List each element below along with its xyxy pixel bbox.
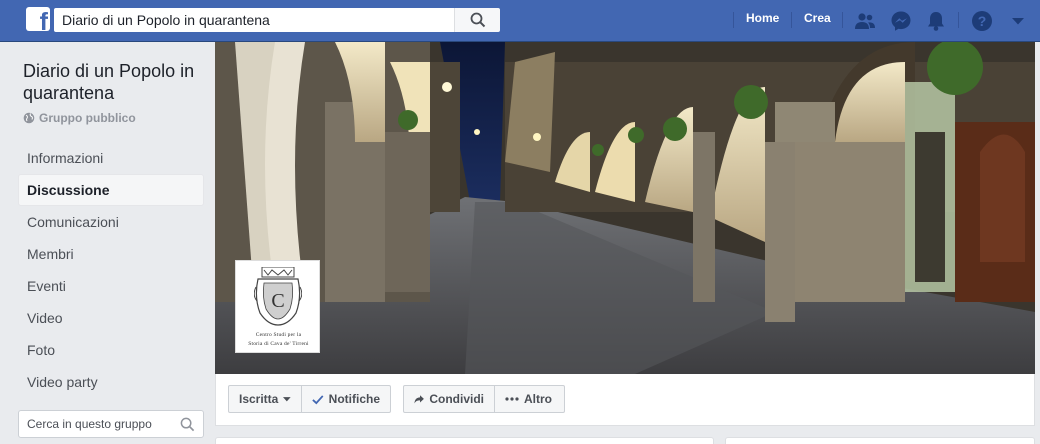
more-dots-icon <box>505 397 519 401</box>
group-cover-photo[interactable]: C Centro Studi per la Storia di Cava de'… <box>215 42 1035 374</box>
friends-icon[interactable] <box>853 9 877 33</box>
global-search <box>54 8 500 32</box>
notifications-label: Notifiche <box>328 392 380 406</box>
nav-divider <box>958 12 959 28</box>
group-title[interactable]: Diario di un Popolo in quarantena <box>23 60 213 104</box>
nav-divider <box>791 12 792 28</box>
sidebar-item-informazioni[interactable]: Informazioni <box>18 142 204 174</box>
group-sidebar-nav: Informazioni Discussione Comunicazioni M… <box>18 142 204 398</box>
check-icon <box>312 394 324 404</box>
logo-caption-line-2: Storia di Cava de' Tirreni <box>248 341 309 347</box>
group-privacy-label: Gruppo pubblico <box>39 111 136 125</box>
messenger-icon[interactable] <box>889 9 913 33</box>
crest-icon: C <box>254 267 302 326</box>
svg-text:?: ? <box>978 13 987 29</box>
notifications-icon[interactable] <box>924 9 948 33</box>
group-search-input[interactable] <box>19 411 169 437</box>
nav-divider <box>842 12 843 28</box>
group-search <box>18 410 204 438</box>
notifications-button[interactable]: Notifiche <box>301 385 391 413</box>
home-link[interactable]: Home <box>746 11 779 25</box>
facebook-logo[interactable]: f <box>26 7 50 31</box>
top-navigation-bar: f Home Crea ? <box>0 0 1040 42</box>
cover-logo-card: C Centro Studi per la Storia di Cava de'… <box>235 260 320 353</box>
right-column-card <box>725 437 1035 444</box>
sidebar-item-discussione[interactable]: Discussione <box>18 174 204 206</box>
logo-caption-line-1: Centro Studi per la <box>255 332 302 338</box>
composer-card <box>215 437 714 444</box>
help-icon[interactable]: ? <box>970 9 994 33</box>
caret-down-icon <box>283 397 291 402</box>
search-icon <box>470 12 485 28</box>
sidebar-item-foto[interactable]: Foto <box>18 334 204 366</box>
sidebar-item-membri[interactable]: Membri <box>18 238 204 270</box>
sidebar-item-comunicazioni[interactable]: Comunicazioni <box>18 206 204 238</box>
cover-image <box>215 42 1035 374</box>
sidebar-item-video[interactable]: Video <box>18 302 204 334</box>
nav-divider <box>733 12 734 28</box>
more-button[interactable]: Altro <box>494 385 565 413</box>
create-link[interactable]: Crea <box>804 11 831 25</box>
group-action-bar: Iscritta Notifiche Condividi Altro <box>215 374 1035 426</box>
svg-text:C: C <box>271 290 284 312</box>
search-button[interactable] <box>454 8 500 32</box>
joined-label: Iscritta <box>239 392 279 406</box>
joined-button[interactable]: Iscritta <box>228 385 302 413</box>
account-menu-icon[interactable] <box>1006 9 1030 33</box>
search-icon[interactable] <box>180 417 195 432</box>
sidebar-item-eventi[interactable]: Eventi <box>18 270 204 302</box>
share-label: Condividi <box>429 392 484 406</box>
global-search-input[interactable] <box>54 8 454 32</box>
group-privacy: Gruppo pubblico <box>23 111 136 125</box>
more-label: Altro <box>524 392 552 406</box>
share-button[interactable]: Condividi <box>403 385 495 413</box>
sidebar-item-video-party[interactable]: Video party <box>18 366 204 398</box>
share-icon <box>414 394 424 403</box>
globe-icon <box>23 112 35 124</box>
